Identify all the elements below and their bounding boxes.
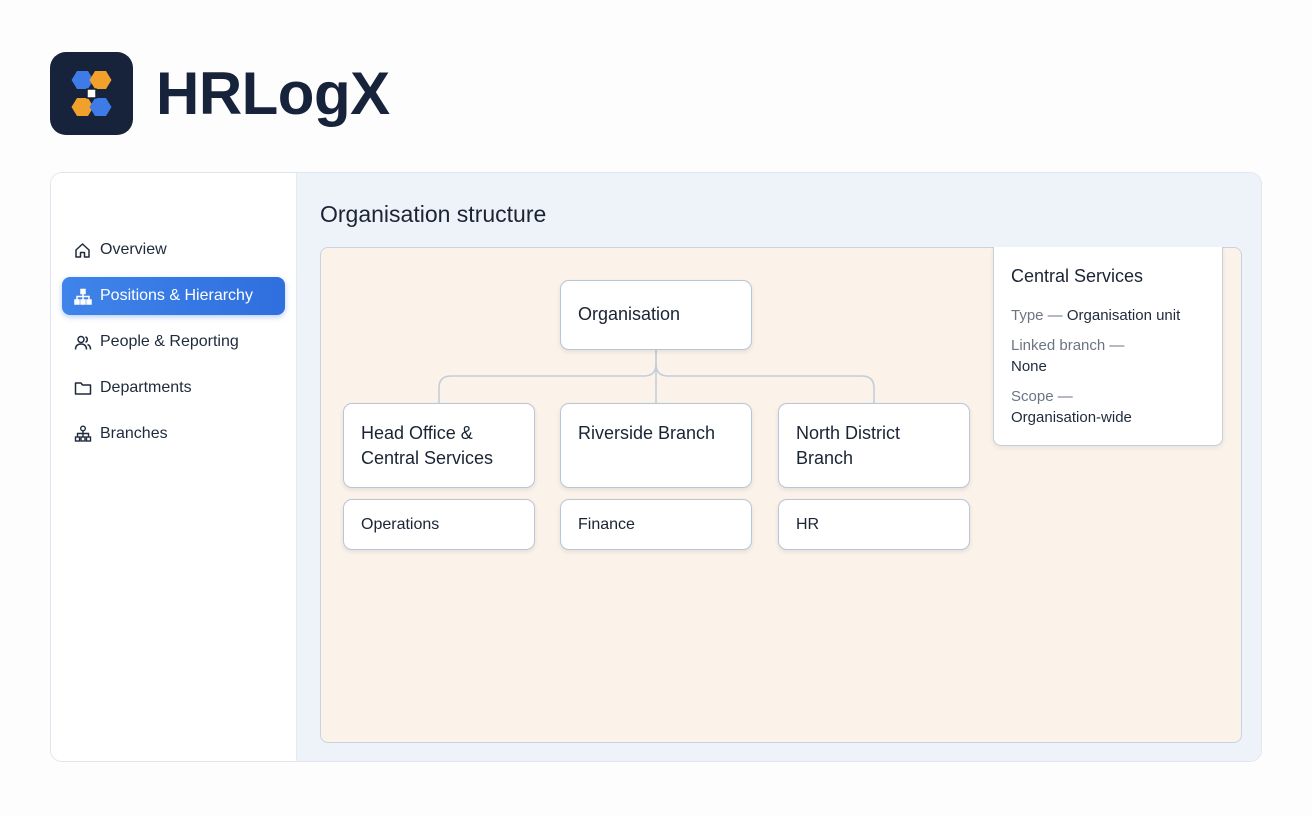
- detail-type-label: Type —: [1011, 307, 1063, 324]
- app-logo-icon: [50, 52, 133, 135]
- folder-icon: [73, 379, 92, 398]
- sidebar-item-branches[interactable]: Branches: [62, 415, 285, 453]
- detail-type-value: Organisation unit: [1066, 307, 1181, 324]
- sidebar-item-label: Branches: [100, 425, 168, 442]
- detail-type: Type — Organisation unit: [1011, 305, 1205, 326]
- sidebar-item-label: Departments: [100, 379, 192, 396]
- org-node-department[interactable]: Finance: [560, 499, 752, 550]
- hierarchy-icon: [73, 287, 92, 306]
- detail-panel: Central Services Type — Organisation uni…: [993, 247, 1223, 446]
- main-panel: Organisation structure Organisation Head…: [297, 173, 1261, 761]
- org-node-root[interactable]: Organisation: [560, 280, 752, 350]
- detail-linked-label: Linked branch —: [1011, 337, 1125, 354]
- detail-title: Central Services: [1011, 266, 1144, 286]
- org-node-branch[interactable]: Head Office & Central Services: [343, 403, 535, 488]
- sidebar-item-label: Positions & Hierarchy: [100, 287, 253, 304]
- org-node-department[interactable]: Operations: [343, 499, 535, 550]
- people-icon: [73, 333, 92, 352]
- branches-icon: [73, 425, 92, 444]
- detail-scope-value: Organisation-wide: [1011, 409, 1132, 426]
- detail-scope-label: Scope —: [1011, 388, 1073, 405]
- org-node-branch[interactable]: North District Branch: [778, 403, 970, 488]
- brand-header: HRLogX: [50, 52, 390, 135]
- detail-scope: Scope — Organisation-wide: [1011, 386, 1205, 428]
- sidebar-item-label: People & Reporting: [100, 333, 239, 350]
- org-chart-canvas[interactable]: Organisation Head Office & Central Servi…: [320, 247, 1242, 743]
- sidebar-item-departments[interactable]: Departments: [62, 369, 285, 407]
- sidebar-item-overview[interactable]: Overview: [62, 231, 285, 269]
- sidebar-item-people-reporting[interactable]: People & Reporting: [62, 323, 285, 361]
- sidebar-item-label: Overview: [100, 241, 167, 258]
- detail-linked-branch: Linked branch — None: [1011, 335, 1205, 377]
- org-node-branch[interactable]: Riverside Branch: [560, 403, 752, 488]
- app-name: HRLogX: [156, 60, 390, 127]
- detail-linked-value: None: [1011, 358, 1047, 375]
- app-window: Overview Positions & Hierarchy People & …: [50, 172, 1262, 762]
- sidebar-item-positions-hierarchy[interactable]: Positions & Hierarchy: [62, 277, 285, 315]
- page-title: Organisation structure: [320, 201, 547, 227]
- sidebar: Overview Positions & Hierarchy People & …: [51, 173, 297, 761]
- org-node-department[interactable]: HR: [778, 499, 970, 550]
- home-icon: [73, 241, 92, 260]
